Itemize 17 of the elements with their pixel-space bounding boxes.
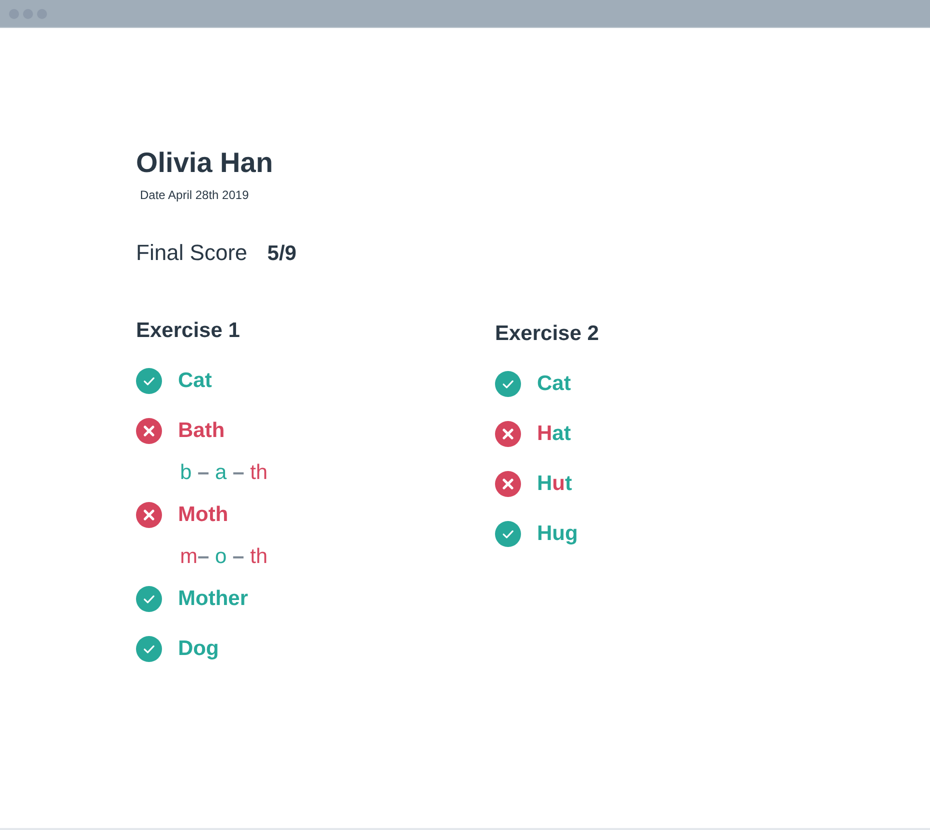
- exercise-heading: Exercise 2: [495, 321, 599, 347]
- word-label: Dog: [178, 636, 219, 662]
- word-label: Bath: [178, 418, 225, 444]
- word-label: Hut: [537, 471, 572, 497]
- student-name: Olivia Han: [136, 146, 273, 180]
- date-text: Date April 28th 2019: [140, 188, 249, 203]
- exercise-heading: Exercise 1: [136, 318, 240, 344]
- sound-breakdown: m– o – th: [180, 544, 268, 570]
- word-label: Moth: [178, 502, 228, 528]
- word-label: Cat: [178, 368, 212, 394]
- sound-breakdown: b – a – th: [180, 460, 268, 486]
- score-value: 5/9: [267, 241, 296, 267]
- word-label: Hat: [537, 421, 571, 447]
- word-label: Mother: [178, 586, 248, 612]
- word-label: Hug: [537, 521, 578, 547]
- score-label: Final Score: [136, 240, 248, 266]
- word-label: Cat: [537, 371, 571, 397]
